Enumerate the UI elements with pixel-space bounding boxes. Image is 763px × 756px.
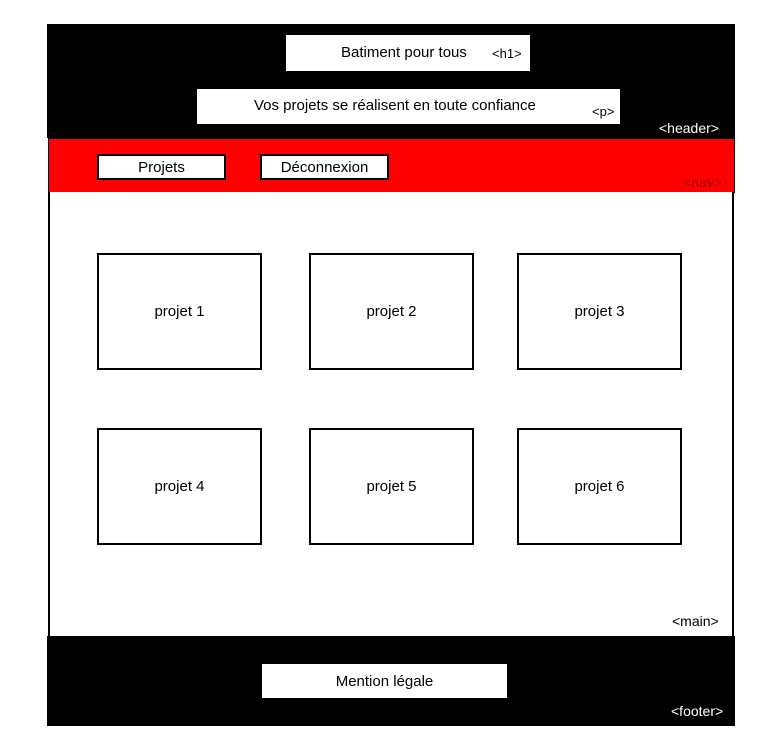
project-card-label: projet 4 (154, 478, 205, 495)
project-card[interactable]: projet 5 (309, 428, 474, 545)
legal-link[interactable]: Mention légale (262, 664, 507, 698)
project-card-label: projet 2 (366, 303, 417, 320)
project-card[interactable]: projet 4 (97, 428, 262, 545)
p-tag-label: <p> (592, 104, 615, 119)
page-title: Batiment pour tous (341, 44, 467, 61)
subtitle-box: Vos projets se réalisent en toute confia… (197, 89, 620, 124)
main-tag-label: <main> (672, 613, 719, 629)
project-card[interactable]: projet 3 (517, 253, 682, 370)
nav-projets-label: Projets (138, 158, 185, 176)
project-card[interactable]: projet 1 (97, 253, 262, 370)
footer-tag-label: <footer> (671, 703, 724, 719)
project-card-label: projet 6 (574, 478, 625, 495)
title-box: Batiment pour tous <h1> (286, 35, 530, 71)
legal-label: Mention légale (335, 672, 434, 690)
nav-projets-button[interactable]: Projets (97, 154, 226, 180)
h1-tag-label: <h1> (492, 46, 522, 61)
page-subtitle: Vos projets se réalisent en toute confia… (254, 97, 536, 114)
nav-tag-label: <nav> (683, 174, 722, 190)
header-tag-label: <header> (659, 120, 719, 136)
nav-deconnexion-label: Déconnexion (280, 158, 369, 176)
project-card[interactable]: projet 2 (309, 253, 474, 370)
project-card[interactable]: projet 6 (517, 428, 682, 545)
project-card-label: projet 1 (154, 303, 205, 320)
project-card-label: projet 5 (366, 478, 417, 495)
project-card-label: projet 3 (574, 303, 625, 320)
nav-deconnexion-button[interactable]: Déconnexion (260, 154, 389, 180)
